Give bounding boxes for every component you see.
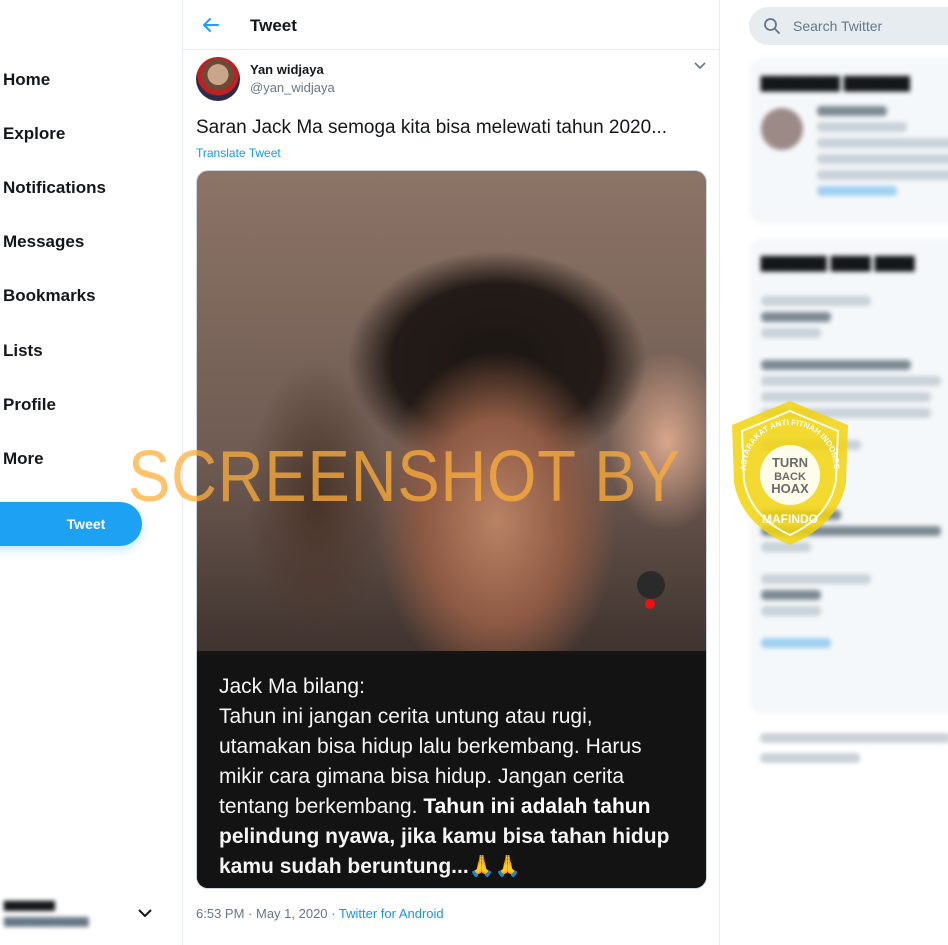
caption-bold-text: Tahun ini adalah tahun — [423, 795, 651, 818]
blurred-line — [817, 138, 948, 148]
caption-line: Jack Ma bilang: — [219, 675, 365, 698]
microphone-graphic — [637, 571, 665, 599]
blurred-line — [761, 328, 821, 338]
search-input[interactable]: Search Twitter — [793, 18, 882, 34]
account-handle-blurred: ▆▆▆▆▆▆▆▆▆▆ — [4, 915, 89, 927]
avatar — [761, 108, 803, 150]
nav-explore[interactable]: Explore — [3, 124, 65, 144]
badge-center-text: TURN — [772, 455, 808, 470]
caption-line: tentang berkembang. Tahun ini adalah tah… — [219, 792, 686, 822]
search-bar[interactable]: Search Twitter — [749, 7, 948, 45]
caption-line: mikir cara gimana bisa hidup. Jangan cer… — [219, 765, 625, 788]
meta-separator: · — [244, 906, 256, 921]
blurred-line — [760, 733, 948, 743]
chevron-down-icon — [138, 909, 152, 918]
nav-bookmarks[interactable]: Bookmarks — [3, 286, 96, 306]
blurred-line — [817, 170, 948, 180]
media-caption: Jack Ma bilang: Tahun ini jangan cerita … — [197, 654, 706, 888]
nav-profile[interactable]: Profile — [3, 395, 56, 415]
chevron-down-icon[interactable] — [693, 60, 707, 72]
nav-more[interactable]: More — [3, 449, 44, 469]
author-name[interactable]: Yan widjaya — [250, 62, 324, 77]
badge-bottom-text: MAFINDO — [762, 512, 818, 526]
panel-heading-blurred: ▆▆▆▆▆▆ ▆▆▆▆▆ — [761, 72, 910, 91]
nav-messages[interactable]: Messages — [3, 232, 84, 252]
blurred-line — [761, 590, 821, 600]
blurred-line — [761, 376, 941, 386]
nav-notifications[interactable]: Notifications — [3, 178, 106, 198]
turnbackhoax-badge-logo: MASYARAKAT ANTI FITNAH INDONESIA TURN BA… — [726, 397, 848, 545]
tweet-date[interactable]: May 1, 2020 — [256, 906, 328, 921]
caption-line: pelindung nyawa, jika kamu bisa tahan hi… — [219, 825, 670, 848]
meta-separator: · — [327, 906, 339, 921]
account-switcher[interactable]: ▆▆▆▆▆▆ ▆▆▆▆▆▆▆▆▆▆ — [0, 890, 170, 936]
nav-home[interactable]: Home — [3, 70, 50, 90]
blurred-line — [760, 753, 860, 763]
blurred-line — [817, 106, 887, 116]
nav-lists[interactable]: Lists — [3, 341, 43, 361]
blurred-line — [761, 296, 871, 306]
page-title: Tweet — [250, 16, 297, 35]
tweet-metadata: 6:53 PM · May 1, 2020 · Twitter for Andr… — [196, 906, 444, 921]
account-name-blurred: ▆▆▆▆▆▆ — [4, 899, 55, 911]
translate-tweet-link[interactable]: Translate Tweet — [196, 146, 281, 160]
compose-tweet-button[interactable]: Tweet — [0, 502, 142, 546]
caption-line: utamakan bisa hidup lalu berkembang. Har… — [219, 735, 642, 758]
blurred-line — [761, 574, 871, 584]
blurred-line — [817, 122, 907, 132]
author-handle[interactable]: @yan_widjaya — [250, 80, 335, 95]
caption-line: kamu sudah beruntung...🙏🙏 — [219, 855, 521, 878]
footer-links-blurred — [760, 733, 948, 763]
tweet-text: Saran Jack Ma semoga kita bisa melewati … — [196, 117, 668, 138]
avatar[interactable] — [196, 57, 240, 101]
badge-center-text: HOAX — [771, 481, 809, 496]
back-arrow-icon[interactable] — [201, 15, 221, 35]
tweet-time[interactable]: 6:53 PM — [196, 906, 244, 921]
blurred-line — [761, 606, 821, 616]
blurred-line — [761, 312, 831, 322]
page-header: Tweet — [183, 0, 719, 50]
panel-heading-blurred: ▆▆▆▆▆ ▆▆▆ ▆▆▆ — [761, 252, 915, 271]
microphone-light — [645, 599, 655, 609]
watermark-text: SCREENSHOT BY — [128, 437, 681, 517]
blurred-line — [761, 360, 911, 370]
blurred-line — [817, 186, 897, 196]
caption-line: Tahun ini jangan cerita untung atau rugi… — [219, 705, 593, 728]
tweet-media-image[interactable]: Jack Ma bilang: Tahun ini jangan cerita … — [196, 170, 707, 889]
search-icon — [764, 18, 780, 34]
caption-text: tentang berkembang. — [219, 795, 424, 818]
relevant-people-panel-blurred: ▆▆▆▆▆▆ ▆▆▆▆▆ — [749, 58, 948, 224]
blurred-line — [761, 638, 831, 648]
blurred-line — [817, 154, 948, 164]
tweet-source-link[interactable]: Twitter for Android — [339, 906, 444, 921]
